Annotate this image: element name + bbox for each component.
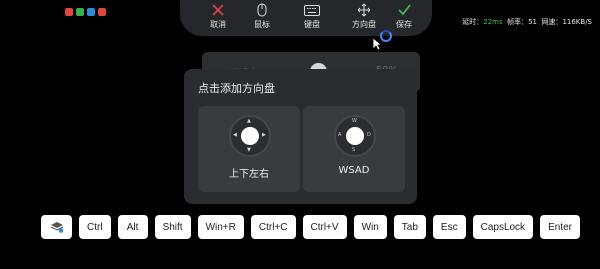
key-button[interactable]: Ctrl+C [250,215,296,239]
dial-knob [241,127,259,145]
keyboard-button[interactable]: 键盘 [294,2,330,29]
wsad-dpad-icon: W S A D [334,115,376,157]
latency-value: 22ms [483,18,503,26]
arrow-right-icon: ▶ [262,132,266,138]
letter-d: D [367,132,371,138]
cancel-button[interactable]: 取消 [200,2,236,29]
keyboard-label: 键盘 [304,20,320,29]
arrow-left-icon: ◀ [233,132,237,138]
save-button[interactable]: 保存 [386,2,422,29]
dpad-option-wsad[interactable]: W S A D WSAD [303,106,405,192]
layers-icon [50,222,63,233]
speed-value: 116KB/S [562,18,592,26]
letter-w: W [352,118,357,124]
app-icon [76,8,84,16]
key-button[interactable]: Win [353,215,387,239]
key-button[interactable]: Ctrl [79,215,111,239]
dpad-label: 方向盘 [352,20,376,29]
key-button[interactable]: Shift [154,215,191,239]
shortcut-key-bar: Ctrl Alt Shift Win+R Ctrl+C Ctrl+V Win Tab Esc Ca… [41,215,580,239]
key-button[interactable]: Win+R [197,215,244,239]
cancel-label: 取消 [210,20,226,29]
dpad-button[interactable]: 方向盘 [346,2,382,29]
latency-label: 延时： [462,18,484,26]
move-arrows-icon [346,2,382,18]
key-button[interactable]: Esc [432,215,466,239]
dialog-title: 点击添加方向盘 [198,82,275,95]
dpad-picker-dialog: 点击添加方向盘 ▲ ▼ ◀ ▶ 上下左右 W S A D WSAD [184,69,417,204]
arrow-down-icon: ▼ [247,147,251,153]
app-icon [87,8,95,16]
letter-a: A [338,132,342,138]
dpad-option-label: WSAD [338,165,370,176]
save-label: 保存 [396,20,412,29]
status-app-icons [65,8,106,16]
connection-stats: 延时：22ms 帧率：51 网速：116KB/S [462,17,592,27]
checkmark-icon [386,2,422,18]
key-button[interactable]: Alt [117,215,148,239]
mouse-icon [244,2,280,18]
key-button[interactable]: Ctrl+V [302,215,347,239]
mouse-label: 鼠标 [254,20,270,29]
arrow-up-icon: ▲ [247,118,251,124]
keyboard-icon [294,2,330,18]
close-icon [200,2,236,18]
arrow-dpad-icon: ▲ ▼ ◀ ▶ [229,115,271,157]
dial-knob [346,127,364,145]
key-button[interactable]: CapsLock [472,215,534,239]
dpad-option-label: 上下左右 [229,169,269,180]
letter-s: S [352,147,356,153]
key-button[interactable]: Enter [540,215,580,239]
fps-value: 51 [528,18,537,26]
layers-key-button[interactable] [41,215,72,239]
fps-label: 帧率： [507,18,529,26]
key-button[interactable]: Tab [393,215,426,239]
speed-label: 网速： [541,18,563,26]
mouse-button[interactable]: 鼠标 [244,2,280,29]
dpad-option-arrows[interactable]: ▲ ▼ ◀ ▶ 上下左右 [198,106,300,192]
top-toolbar: 取消 鼠标 键盘 方向盘 保存 [180,0,432,36]
app-icon [98,8,106,16]
app-icon [65,8,73,16]
